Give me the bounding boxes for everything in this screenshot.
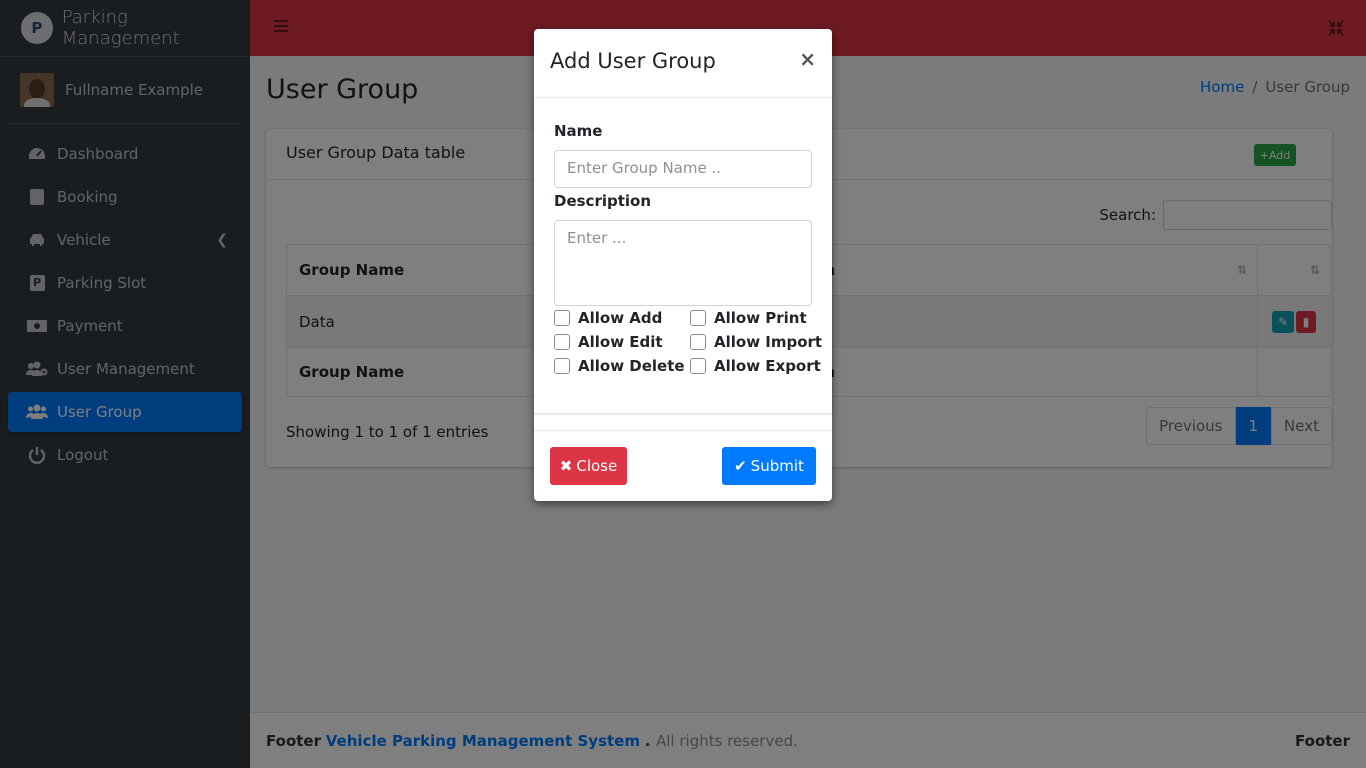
times-icon: ✖	[559, 457, 573, 475]
allow-print-checkbox[interactable]: Allow Print	[690, 309, 807, 327]
modal-title: Add User Group	[550, 49, 716, 73]
name-label: Name	[554, 122, 603, 140]
checkbox-box[interactable]	[690, 334, 706, 350]
checkbox-box[interactable]	[554, 310, 570, 326]
modal-form: Name Enter Group Name .. Description Ent…	[534, 98, 832, 414]
description-label: Description	[554, 192, 652, 210]
checkbox-box[interactable]	[690, 358, 706, 374]
add-user-group-modal: Add User Group × Name Enter Group Name .…	[534, 29, 832, 501]
allow-export-checkbox[interactable]: Allow Export	[690, 357, 821, 375]
submit-button[interactable]: ✔ Submit	[722, 447, 816, 485]
group-name-input[interactable]: Enter Group Name ..	[554, 150, 812, 188]
checkbox-box[interactable]	[554, 358, 570, 374]
allow-delete-checkbox[interactable]: Allow Delete	[554, 357, 685, 375]
checkbox-box[interactable]	[554, 334, 570, 350]
description-textarea[interactable]: Enter ...	[554, 220, 812, 306]
check-icon: ✔	[734, 457, 747, 475]
close-icon[interactable]: ×	[799, 47, 816, 71]
allow-import-checkbox[interactable]: Allow Import	[690, 333, 822, 351]
close-button[interactable]: ✖ Close	[550, 447, 627, 485]
allow-edit-checkbox[interactable]: Allow Edit	[554, 333, 663, 351]
modal-footer: ✖ Close ✔ Submit	[534, 430, 832, 501]
allow-add-checkbox[interactable]: Allow Add	[554, 309, 662, 327]
checkbox-box[interactable]	[690, 310, 706, 326]
modal-header: Add User Group ×	[534, 29, 832, 98]
